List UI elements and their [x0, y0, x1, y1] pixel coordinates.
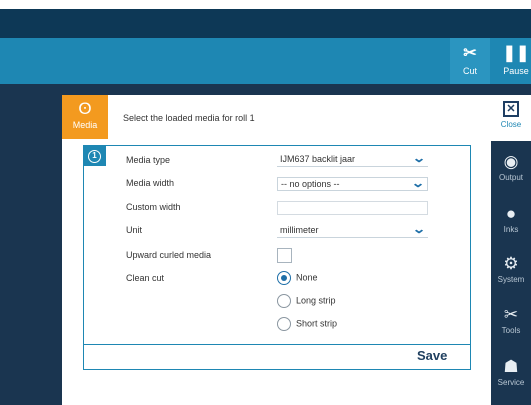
- upward-curled-label: Upward curled media: [126, 250, 212, 260]
- scissors-icon: ✂: [463, 45, 477, 62]
- media-type-select[interactable]: IJM637 backlit jaar ⌄: [277, 151, 428, 167]
- gear-icon: ⚙: [503, 254, 519, 273]
- clean-cut-short-strip-radio[interactable]: Short strip: [277, 317, 337, 331]
- media-type-label: Media type: [126, 155, 171, 165]
- chevron-down-icon: ⌄: [411, 222, 427, 236]
- sidebar-item-output[interactable]: ◉ Output: [491, 152, 531, 182]
- top-header-bar: [0, 0, 531, 38]
- custom-width-label: Custom width: [126, 202, 181, 212]
- save-button[interactable]: Save: [417, 348, 447, 363]
- divider: [84, 344, 470, 345]
- unit-label: Unit: [126, 225, 143, 235]
- sidebar-item-inks[interactable]: ● Inks: [491, 204, 531, 234]
- output-icon: ◉: [503, 152, 519, 171]
- radio-selected-icon: [277, 271, 291, 285]
- clean-cut-label: Clean cut: [126, 273, 165, 283]
- pause-button[interactable]: ❚❚ Pause: [496, 38, 531, 84]
- step-badge: 1: [83, 145, 106, 166]
- close-button[interactable]: ✕ Close: [491, 95, 531, 141]
- service-icon: ☗: [503, 357, 519, 376]
- radio-unselected-icon: [277, 294, 291, 308]
- ink-drop-icon: ●: [505, 204, 517, 223]
- dialog-header: Select the loaded media for roll 1: [123, 113, 255, 123]
- close-icon: ✕: [503, 101, 519, 117]
- clean-cut-long-strip-radio[interactable]: Long strip: [277, 294, 336, 308]
- pause-icon: ❚❚: [502, 45, 530, 62]
- custom-width-input[interactable]: [277, 201, 428, 215]
- media-width-select[interactable]: -- no options -- ⌄: [277, 177, 428, 191]
- toolbar: ✂ Cut ❚❚ Pause: [0, 38, 531, 84]
- radio-unselected-icon: [277, 317, 291, 331]
- clean-cut-none-radio[interactable]: None: [277, 271, 318, 285]
- upward-curled-checkbox[interactable]: [277, 248, 292, 263]
- tools-icon: ✂: [503, 305, 519, 324]
- media-tab[interactable]: ʘ Media: [62, 95, 108, 139]
- chevron-down-icon: ⌄: [410, 176, 426, 190]
- sidebar-item-service[interactable]: ☗ Service: [491, 357, 531, 387]
- chevron-down-icon: ⌄: [411, 151, 427, 165]
- cut-button[interactable]: ✂ Cut: [450, 38, 490, 84]
- sidebar-item-tools[interactable]: ✂ Tools: [491, 305, 531, 335]
- media-width-label: Media width: [126, 178, 175, 188]
- sidebar-item-system[interactable]: ⚙ System: [491, 254, 531, 284]
- media-roll-icon: ʘ: [78, 99, 92, 118]
- unit-select[interactable]: millimeter ⌄: [277, 222, 428, 238]
